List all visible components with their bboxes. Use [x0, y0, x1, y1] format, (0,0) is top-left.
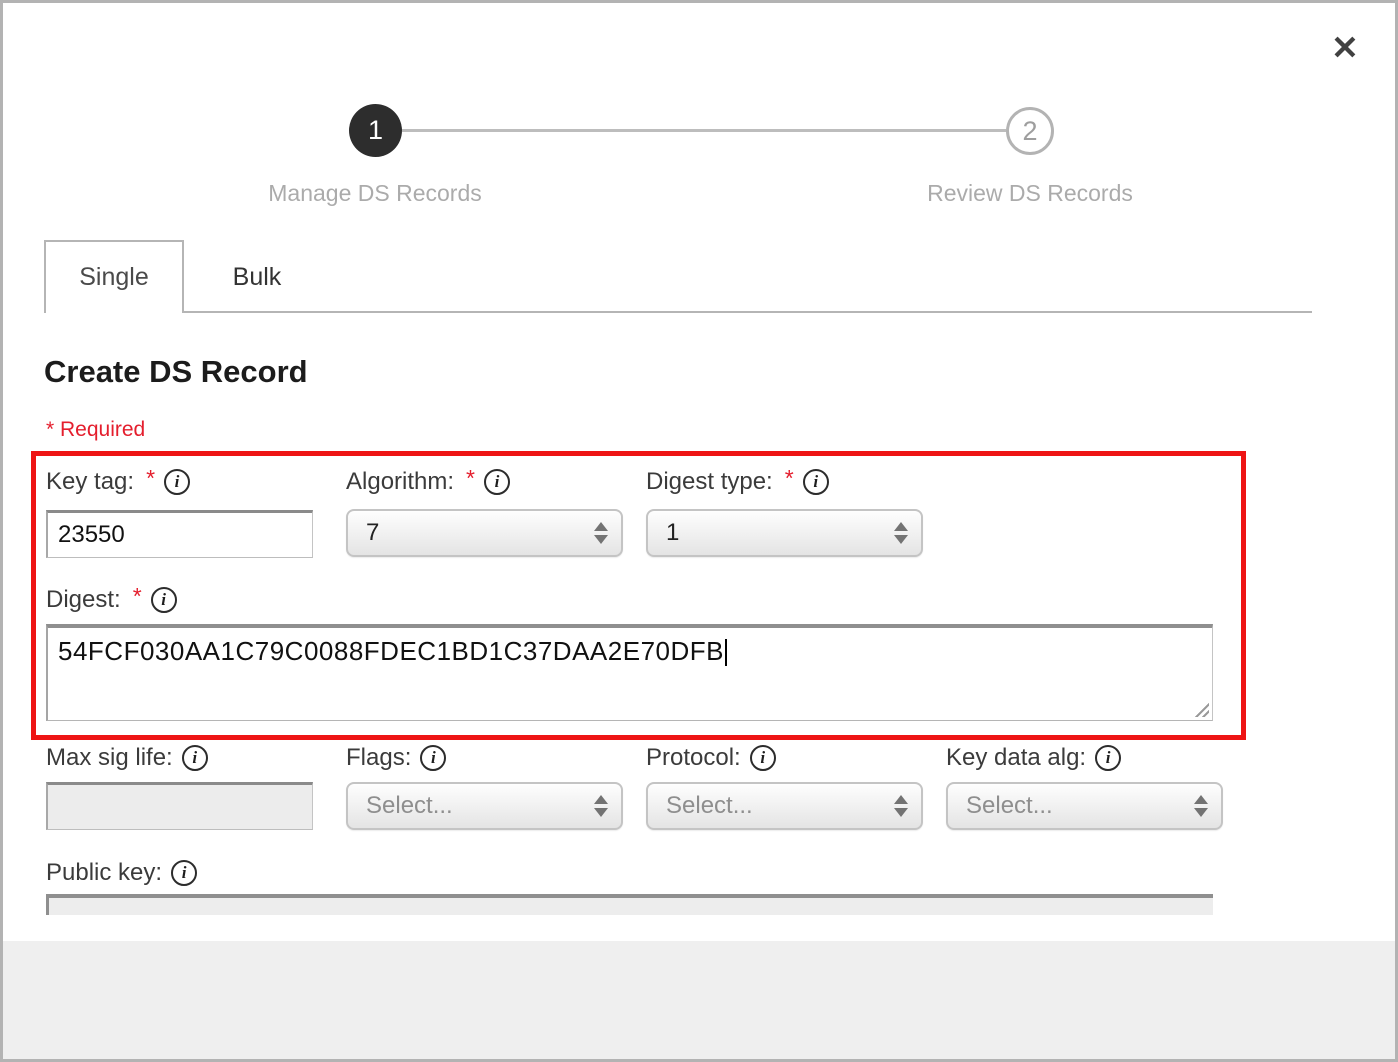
info-icon[interactable]: i — [750, 745, 776, 771]
key-tag-input[interactable] — [46, 510, 313, 558]
digest-label: Digest: * i — [46, 586, 177, 614]
algorithm-select[interactable]: 7 — [346, 509, 623, 557]
step-2-label: Review DS Records — [860, 180, 1200, 207]
digest-label-text: Digest: — [46, 586, 121, 614]
required-asterisk: * — [785, 465, 794, 492]
key-data-alg-select[interactable]: Select... — [946, 782, 1223, 830]
key-data-alg-select-placeholder: Select... — [966, 784, 1053, 828]
tab-bulk[interactable]: Bulk — [187, 242, 327, 312]
required-asterisk: * — [466, 465, 475, 492]
digest-value: 54FCF030AA1C79C0088FDEC1BD1C37DAA2E70DFB — [58, 636, 724, 666]
algorithm-select-value: 7 — [366, 511, 379, 555]
step-1-label: Manage DS Records — [205, 180, 545, 207]
required-note: * Required — [46, 418, 145, 442]
text-cursor — [725, 639, 727, 666]
max-sig-life-input[interactable] — [46, 782, 313, 830]
required-asterisk: * — [146, 465, 155, 492]
info-icon[interactable]: i — [803, 469, 829, 495]
key-tag-label: Key tag: * i — [46, 468, 190, 496]
protocol-select-placeholder: Select... — [666, 784, 753, 828]
info-icon[interactable]: i — [1095, 745, 1121, 771]
protocol-select[interactable]: Select... — [646, 782, 923, 830]
select-arrows-icon — [894, 795, 908, 817]
select-arrows-icon — [1194, 795, 1208, 817]
key-tag-label-text: Key tag: — [46, 468, 134, 496]
public-key-label: Public key: i — [46, 859, 197, 887]
max-sig-life-label: Max sig life: i — [46, 744, 208, 772]
flags-select-placeholder: Select... — [366, 784, 453, 828]
required-asterisk: * — [133, 583, 142, 610]
step-1-circle: 1 — [349, 104, 402, 157]
select-arrows-icon — [894, 522, 908, 544]
protocol-label-text: Protocol: — [646, 744, 741, 772]
info-icon[interactable]: i — [164, 469, 190, 495]
flags-label: Flags: i — [346, 744, 446, 772]
key-data-alg-label-text: Key data alg: — [946, 744, 1086, 772]
select-arrows-icon — [594, 795, 608, 817]
digest-type-select[interactable]: 1 — [646, 509, 923, 557]
close-icon[interactable]: ✕ — [1323, 25, 1367, 69]
info-icon[interactable]: i — [420, 745, 446, 771]
key-data-alg-label: Key data alg: i — [946, 744, 1121, 772]
resize-handle-icon[interactable] — [1192, 700, 1209, 717]
protocol-label: Protocol: i — [646, 744, 776, 772]
select-arrows-icon — [594, 522, 608, 544]
tab-single[interactable]: Single — [44, 240, 184, 313]
public-key-label-text: Public key: — [46, 859, 162, 887]
flags-select[interactable]: Select... — [346, 782, 623, 830]
algorithm-label-text: Algorithm: — [346, 468, 454, 496]
digest-textarea[interactable]: 54FCF030AA1C79C0088FDEC1BD1C37DAA2E70DFB — [46, 624, 1213, 721]
tab-underline — [184, 311, 1312, 313]
public-key-textarea[interactable] — [46, 894, 1213, 915]
step-2-circle: 2 — [1006, 107, 1054, 155]
max-sig-life-label-text: Max sig life: — [46, 744, 173, 772]
modal-footer: Cancel Back Next — [3, 941, 1395, 1062]
digest-type-label-text: Digest type: — [646, 468, 773, 496]
info-icon[interactable]: i — [151, 587, 177, 613]
info-icon[interactable]: i — [182, 745, 208, 771]
create-ds-record-modal: ✕ 1 2 Manage DS Records Review DS Record… — [0, 0, 1398, 1062]
flags-label-text: Flags: — [346, 744, 411, 772]
digest-type-select-value: 1 — [666, 511, 679, 555]
info-icon[interactable]: i — [484, 469, 510, 495]
page-title: Create DS Record — [44, 354, 308, 390]
digest-type-label: Digest type: * i — [646, 468, 829, 496]
info-icon[interactable]: i — [171, 860, 197, 886]
stepper-connector-line — [402, 129, 1006, 132]
algorithm-label: Algorithm: * i — [346, 468, 510, 496]
